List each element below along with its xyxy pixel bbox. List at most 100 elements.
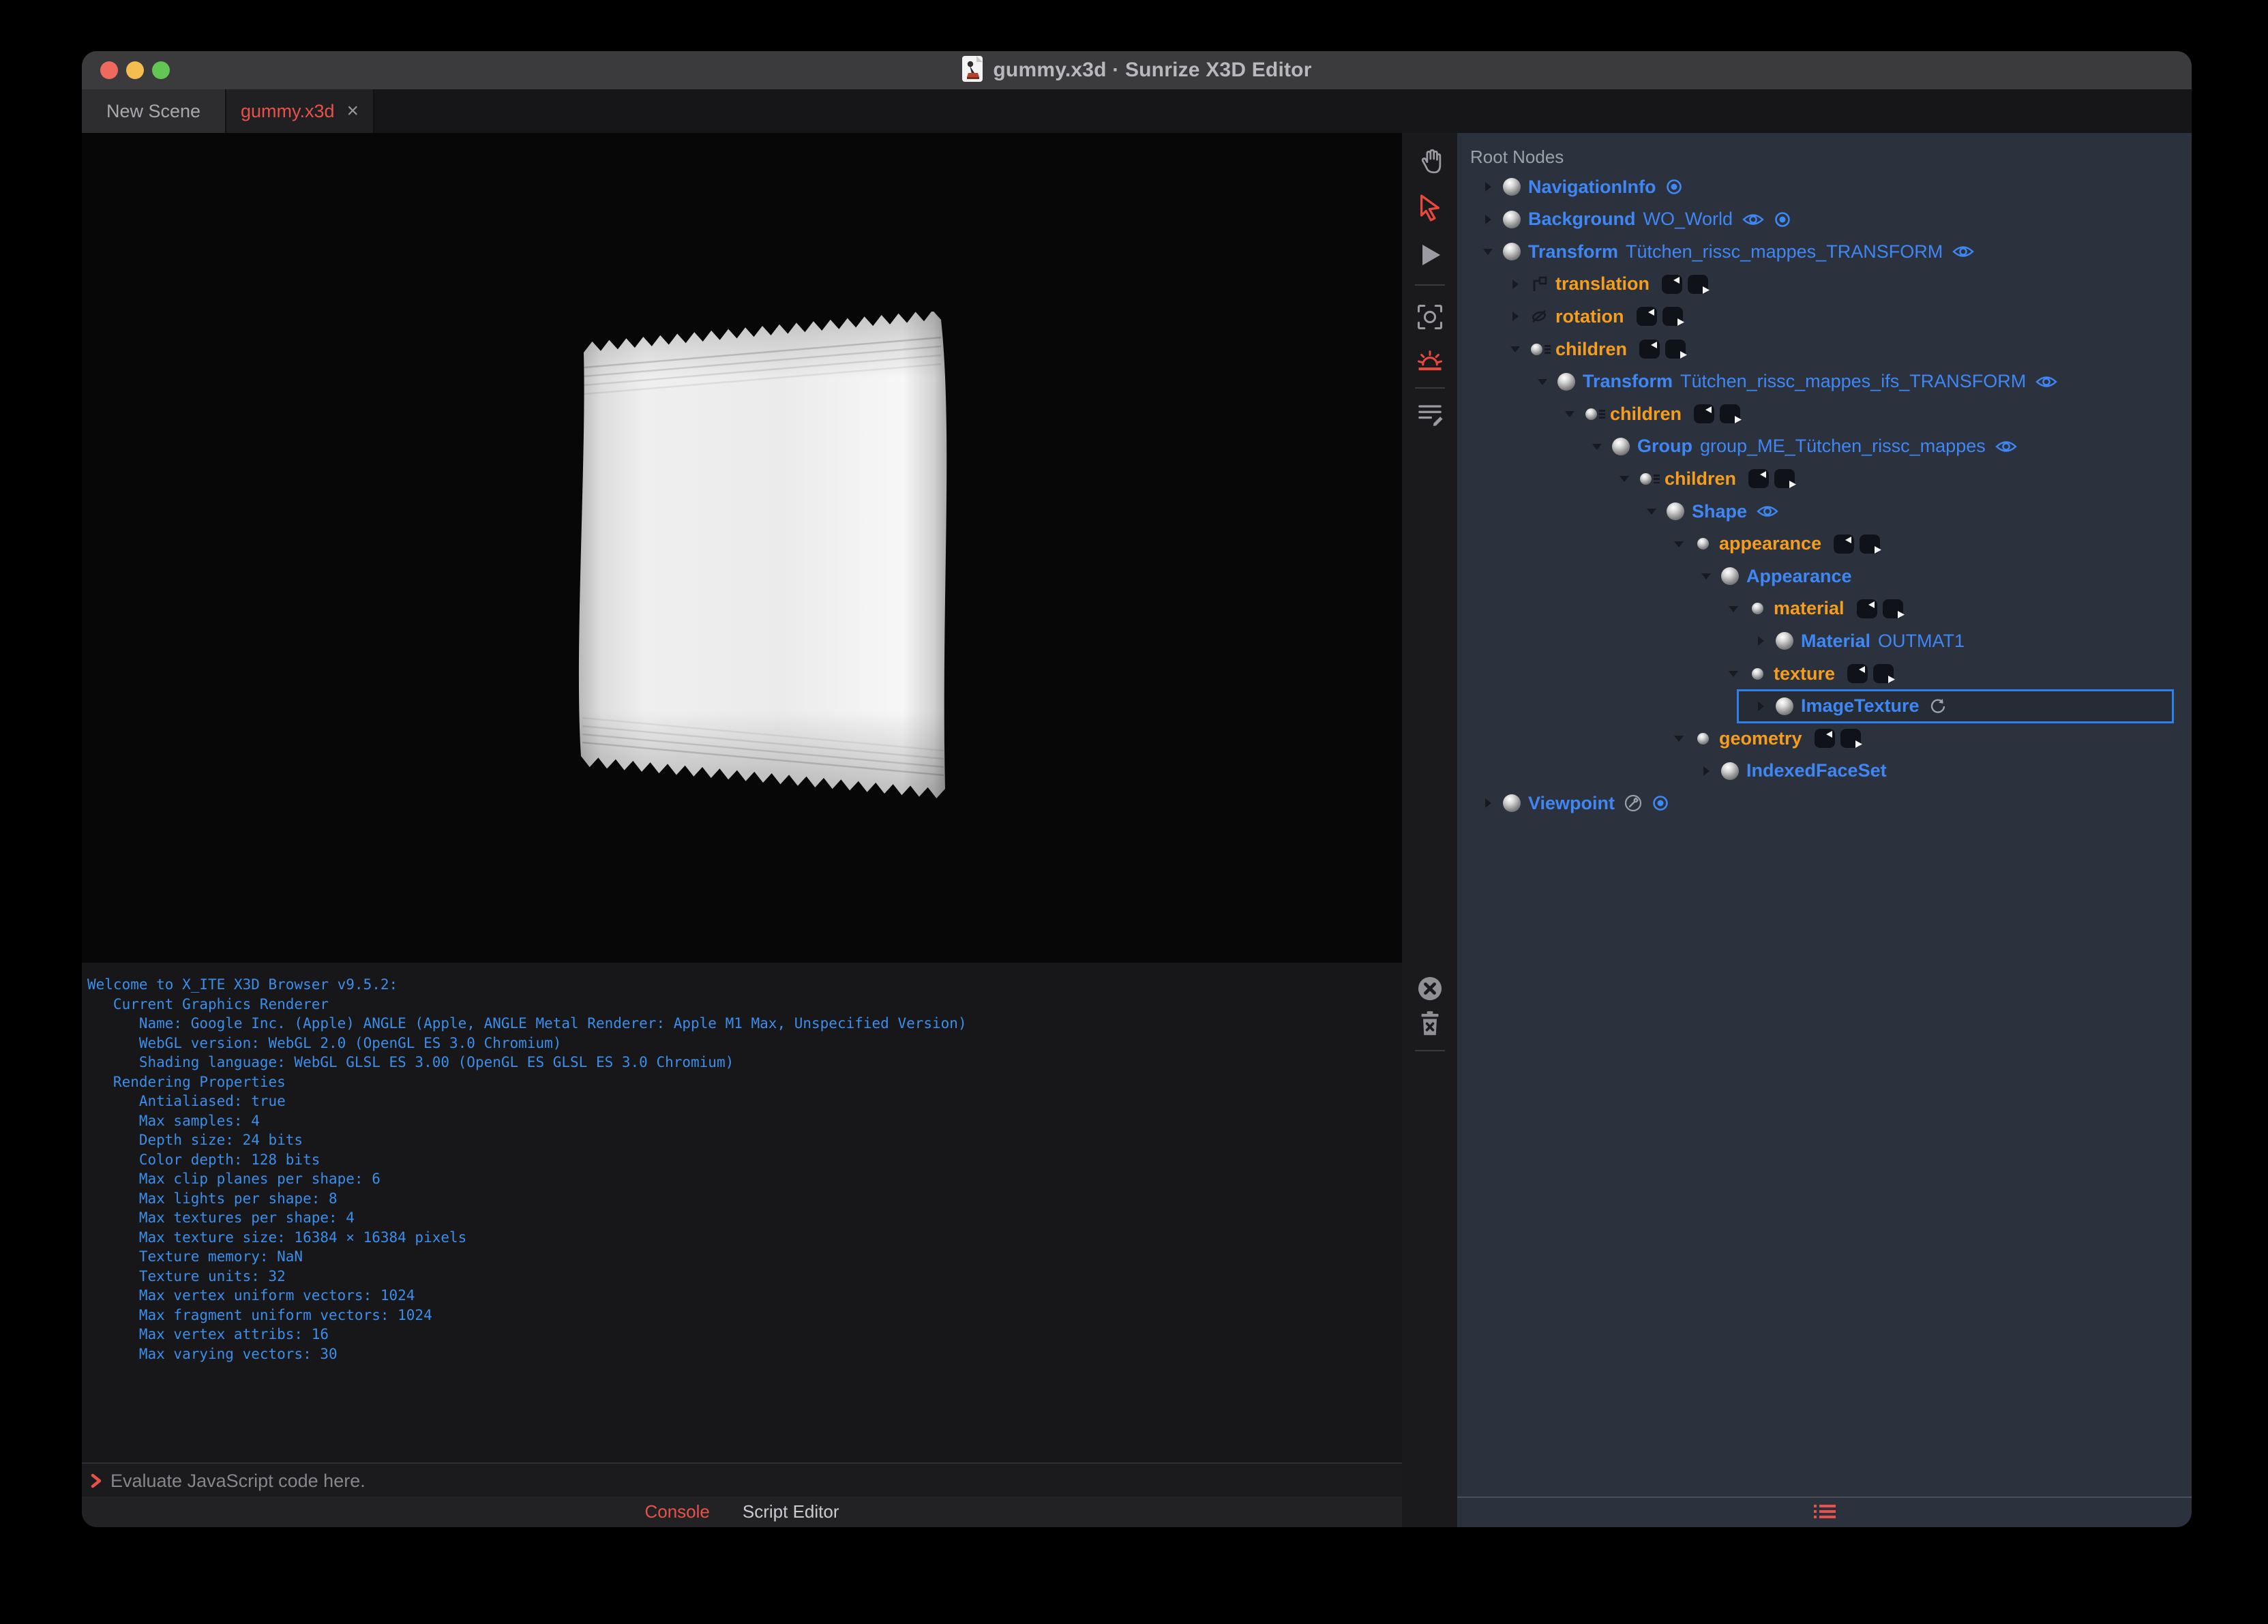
node-def-name[interactable]: Tütchen_rissc_mappes_TRANSFORM [1626, 241, 1943, 262]
field-label[interactable]: children [1555, 339, 1627, 360]
expander-icon[interactable] [1617, 462, 1632, 495]
tree-row-transform[interactable]: Transform Tütchen_rissc_mappes_ifs_TRANSF… [1457, 365, 2192, 398]
expander-icon[interactable] [1562, 397, 1577, 430]
console-prompt-row[interactable]: Evaluate JavaScript code here. [82, 1462, 1402, 1499]
route-connectors-icon[interactable] [1748, 466, 1800, 491]
console-output[interactable]: Welcome to X_ITE X3D Browser v9.5.2: Cur… [82, 963, 1402, 1462]
node-type-label[interactable]: Shape [1692, 501, 1747, 522]
route-connectors-icon[interactable] [1833, 532, 1885, 556]
field-label[interactable]: translation [1555, 273, 1650, 295]
route-connectors-icon[interactable] [1693, 402, 1745, 426]
node-def-name[interactable]: OUTMAT1 [1878, 631, 1965, 652]
node-type-label[interactable]: Transform [1528, 241, 1618, 262]
node-def-name[interactable]: group_ME_Tütchen_rissc_mappes [1700, 436, 1986, 457]
node-type-label[interactable]: Group [1637, 436, 1692, 457]
tree-row-appearance[interactable]: appearance [1457, 528, 2192, 560]
tree-row-geometry[interactable]: geometry [1457, 722, 2192, 755]
expander-icon[interactable] [1726, 657, 1741, 690]
bind-target-icon[interactable] [1652, 794, 1669, 812]
expander-icon[interactable] [1535, 365, 1550, 398]
bind-target-icon[interactable] [1665, 178, 1683, 196]
field-label[interactable]: geometry [1719, 728, 1802, 749]
wrench-icon[interactable] [1624, 794, 1643, 813]
tab-script-editor[interactable]: Script Editor [743, 1501, 839, 1522]
expander-icon[interactable] [1480, 787, 1495, 819]
tree-row-children[interactable]: children [1457, 333, 2192, 365]
tree-row-navigationinfo[interactable]: NavigationInfo [1457, 170, 2192, 203]
clear-circle-x-icon[interactable] [1416, 974, 1444, 1003]
expander-icon[interactable] [1590, 430, 1605, 463]
expander-icon[interactable] [1508, 333, 1523, 365]
tree-row-appearance[interactable]: Appearance [1457, 560, 2192, 592]
bind-target-icon[interactable] [1774, 211, 1791, 228]
expander-icon[interactable] [1480, 235, 1495, 268]
expander-icon[interactable] [1726, 592, 1741, 625]
field-label[interactable]: appearance [1719, 533, 1821, 554]
tree-row-transform[interactable]: Transform Tütchen_rissc_mappes_TRANSFORM [1457, 235, 2192, 268]
tree-row-imagetexture[interactable]: ImageTexture [1457, 690, 2192, 723]
field-label[interactable]: rotation [1555, 306, 1624, 327]
node-def-name[interactable]: Tütchen_rissc_mappes_ifs_TRANSFORM [1680, 371, 2026, 392]
expander-icon[interactable] [1699, 755, 1714, 787]
node-type-label[interactable]: ImageTexture [1801, 695, 1920, 717]
play-icon[interactable] [1415, 240, 1445, 270]
field-label[interactable]: texture [1774, 663, 1835, 685]
node-type-label[interactable]: IndexedFaceSet [1746, 760, 1887, 781]
pouch-3d-model[interactable] [574, 312, 956, 802]
expander-icon[interactable] [1508, 300, 1523, 333]
field-label[interactable]: children [1665, 468, 1736, 490]
tree-row-rotation[interactable]: rotation [1457, 300, 2192, 333]
visibility-eye-icon[interactable] [1756, 503, 1779, 520]
tab-close-icon[interactable]: × [347, 100, 359, 123]
node-type-label[interactable]: Appearance [1746, 566, 1852, 587]
field-label[interactable]: children [1610, 404, 1682, 425]
expander-icon[interactable] [1699, 560, 1714, 592]
expander-icon[interactable] [1671, 722, 1686, 755]
node-type-label[interactable]: Material [1801, 631, 1870, 652]
sunrise-icon[interactable] [1414, 345, 1446, 375]
visibility-eye-icon[interactable] [1742, 211, 1765, 228]
traffic-light-close[interactable] [100, 61, 118, 79]
tree-row-texture[interactable]: texture [1457, 657, 2192, 690]
tree-row-material[interactable]: Material OUTMAT1 [1457, 625, 2192, 657]
route-connectors-icon[interactable] [1847, 661, 1898, 686]
route-connectors-icon[interactable] [1661, 272, 1713, 297]
traffic-light-zoom[interactable] [152, 61, 170, 79]
script-edit-icon[interactable] [1415, 399, 1445, 429]
list-icon[interactable] [1812, 1502, 1837, 1524]
select-arrow-icon[interactable] [1415, 193, 1445, 223]
expander-icon[interactable] [1671, 528, 1686, 560]
field-label[interactable]: material [1774, 598, 1845, 619]
expander-icon[interactable] [1644, 495, 1659, 528]
expander-icon[interactable] [1753, 625, 1768, 657]
visibility-eye-icon[interactable] [1952, 243, 1975, 260]
tree-row-children[interactable]: children [1457, 462, 2192, 495]
node-type-label[interactable]: Viewpoint [1528, 793, 1615, 814]
tab-gummy-x3d[interactable]: gummy.x3d × [226, 89, 374, 133]
route-connectors-icon[interactable] [1636, 304, 1688, 329]
tree-row-children[interactable]: children [1457, 397, 2192, 430]
route-connectors-icon[interactable] [1814, 726, 1866, 751]
route-connectors-icon[interactable] [1856, 597, 1908, 621]
node-def-name[interactable]: WO_World [1643, 209, 1733, 230]
tree-row-background[interactable]: Background WO_World [1457, 203, 2192, 236]
tab-new-scene[interactable]: New Scene [82, 89, 226, 133]
expander-icon[interactable] [1480, 170, 1495, 203]
expander-icon[interactable] [1753, 690, 1768, 723]
visibility-eye-icon[interactable] [2035, 374, 2058, 390]
tab-console[interactable]: Console [644, 1501, 709, 1522]
3d-viewport[interactable] [82, 133, 1402, 963]
tree-row-indexedfaceset[interactable]: IndexedFaceSet [1457, 755, 2192, 787]
traffic-light-minimize[interactable] [126, 61, 144, 79]
route-connectors-icon[interactable] [1639, 337, 1690, 361]
tree-row-viewpoint[interactable]: Viewpoint [1457, 787, 2192, 819]
console-input[interactable]: Evaluate JavaScript code here. [110, 1471, 365, 1492]
pan-hand-icon[interactable] [1415, 147, 1445, 177]
tree-row-group[interactable]: Group group_ME_Tütchen_rissc_mappes [1457, 430, 2192, 463]
visibility-eye-icon[interactable] [1995, 438, 2018, 455]
node-type-label[interactable]: NavigationInfo [1528, 177, 1656, 198]
tree-row-translation[interactable]: translation [1457, 268, 2192, 301]
node-type-label[interactable]: Transform [1583, 371, 1673, 392]
trash-icon[interactable] [1416, 1009, 1444, 1039]
snapshot-icon[interactable] [1415, 302, 1445, 332]
